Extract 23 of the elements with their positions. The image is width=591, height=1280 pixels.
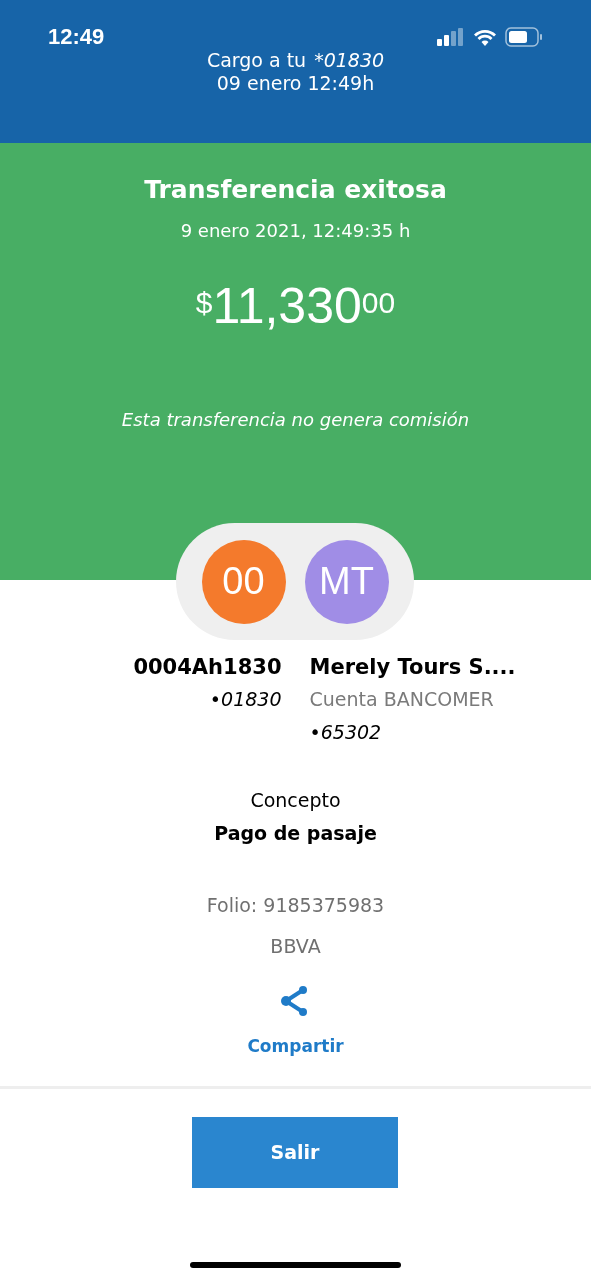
- share-button[interactable]: Compartir: [247, 984, 344, 1060]
- signal-icon: [437, 27, 465, 46]
- concept-label: Concepto: [250, 788, 341, 813]
- commission-note: Esta transferencia no genera comisión: [121, 407, 470, 432]
- account-number: •65302: [309, 719, 382, 745]
- party-name: 0004Ah1830: [133, 654, 282, 681]
- folio-number: Folio: 9185375983: [206, 893, 385, 918]
- wifi-icon: [473, 27, 497, 46]
- avatar: 00: [201, 539, 286, 624]
- bank-name: Cuenta BANCOMER: [309, 687, 494, 712]
- status-time: 12:49: [48, 23, 105, 51]
- charge-account: *01830: [314, 49, 385, 72]
- account-number: •01830: [209, 687, 282, 712]
- avatar: MT: [304, 539, 389, 624]
- exit-button[interactable]: Salir: [192, 1117, 398, 1188]
- charge-date: 09 enero 12:49h: [216, 72, 375, 95]
- battery-icon: [505, 26, 543, 47]
- result-title: Transferencia exitosa: [144, 174, 447, 206]
- result-datetime: 9 enero 2021, 12:49:35 h: [180, 218, 411, 243]
- charge-label: Cargo a tu: [206, 49, 307, 72]
- bank-label: BBVA: [270, 933, 321, 959]
- concept-value: Pago de pasaje: [214, 820, 377, 846]
- party-name: Merely Tours S....: [309, 654, 516, 681]
